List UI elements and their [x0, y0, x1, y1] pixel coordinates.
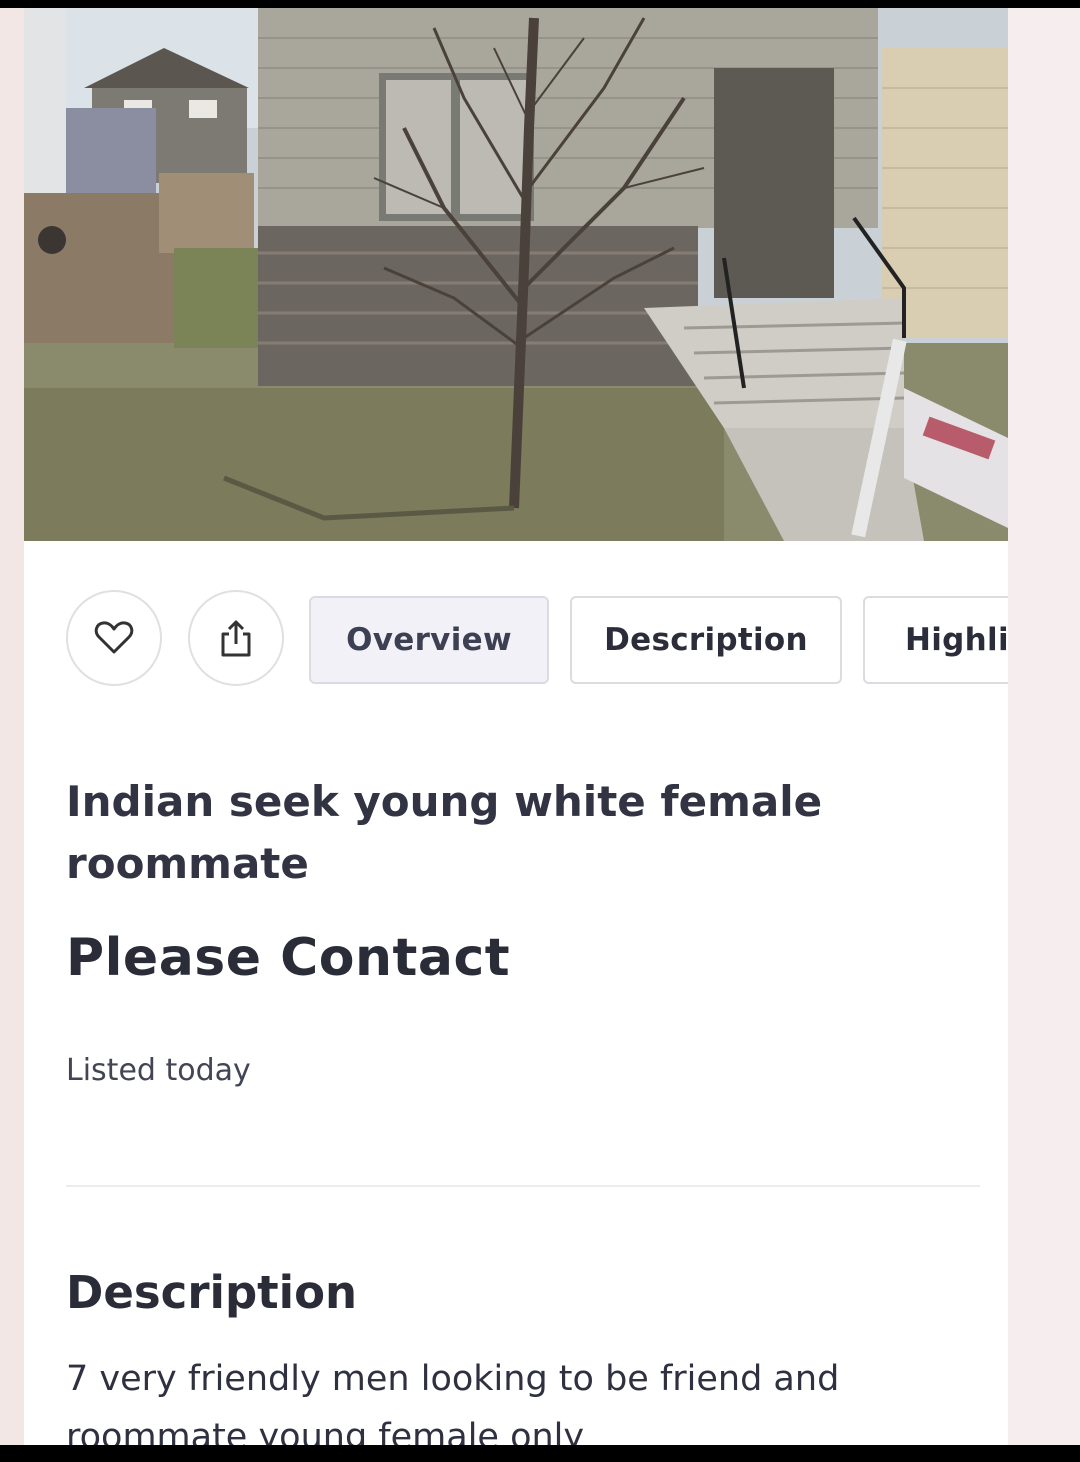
listing-action-bar: Overview Description Highlig: [24, 586, 1008, 696]
house-photo-illustration: [24, 8, 1008, 541]
bottom-bar: [0, 1445, 1080, 1462]
tab-highlights[interactable]: Highlig: [863, 596, 1008, 684]
tab-overview[interactable]: Overview: [309, 596, 549, 684]
section-divider: [66, 1185, 980, 1187]
listing-price: Please Contact: [66, 928, 511, 988]
favorite-button[interactable]: [66, 590, 162, 686]
heart-icon: [94, 621, 134, 654]
left-margin: [0, 8, 24, 1445]
top-bar: [0, 0, 1080, 8]
description-heading: Description: [66, 1266, 358, 1319]
listing-card: Overview Description Highlig Indian seek…: [24, 8, 1008, 1445]
share-button[interactable]: [188, 590, 284, 686]
right-margin: [1008, 8, 1080, 1445]
listed-date: Listed today: [66, 1053, 251, 1088]
listing-title: Indian seek young white female roommate: [66, 777, 823, 888]
tab-description[interactable]: Description: [570, 596, 842, 684]
share-icon: [221, 620, 251, 657]
house-exterior-photo[interactable]: [24, 8, 1008, 541]
description-body: 7 very friendly men looking to be friend…: [66, 1359, 840, 1445]
